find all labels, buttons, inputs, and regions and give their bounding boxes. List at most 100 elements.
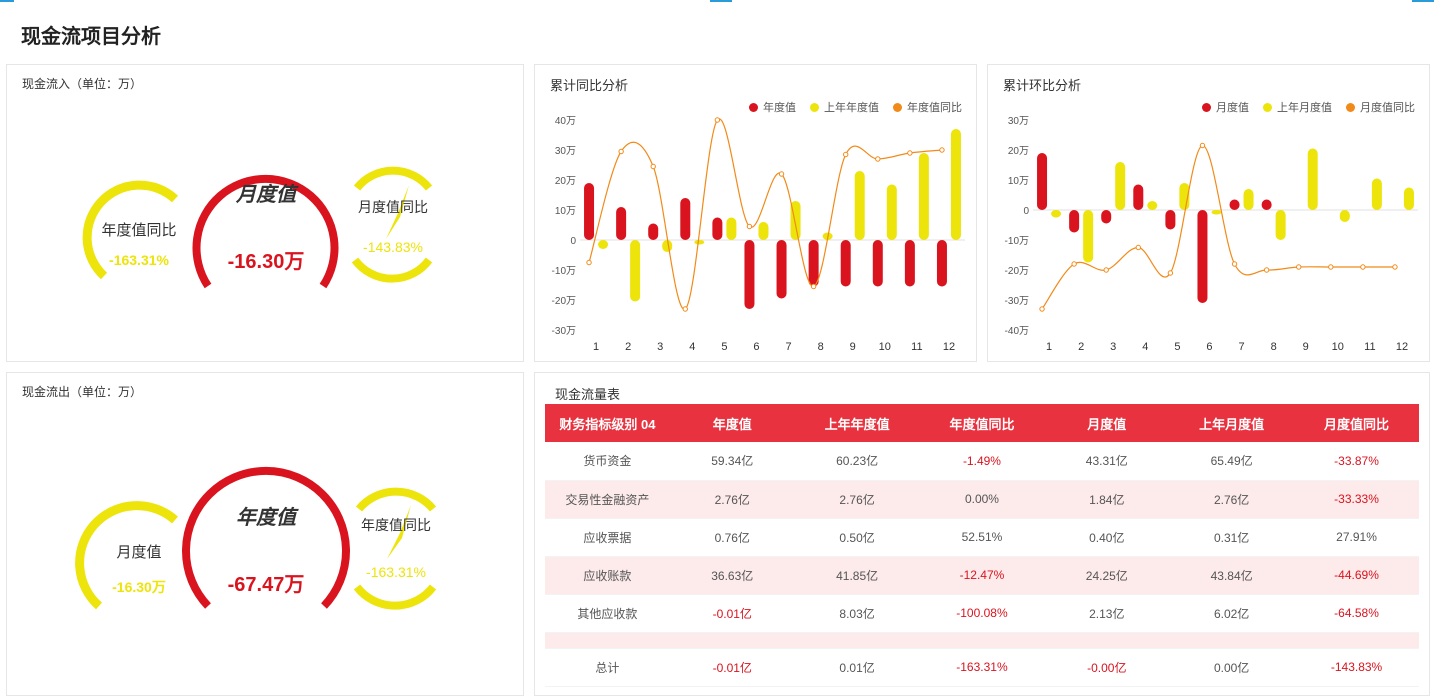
table-cell: 1.84亿 bbox=[1044, 480, 1170, 519]
cashflow-table-title: 现金流量表 bbox=[555, 387, 621, 402]
table-cell: 0.01亿 bbox=[794, 648, 920, 687]
x-tick-label: 9 bbox=[1303, 341, 1309, 353]
bar bbox=[1133, 184, 1144, 210]
table-cell: -33.87% bbox=[1294, 442, 1419, 481]
bar bbox=[1051, 210, 1062, 218]
bar bbox=[1069, 210, 1080, 233]
bar bbox=[694, 240, 705, 245]
x-tick-label: 5 bbox=[721, 341, 727, 353]
table-cell: 0.76亿 bbox=[669, 518, 795, 557]
bar bbox=[1371, 178, 1382, 210]
line-point bbox=[939, 147, 945, 153]
gauge-label: 月度值 bbox=[235, 183, 299, 206]
yoy-chart-plot: 40万30万20万10万0-10万-20万-30万1 2 3 4 5 6 7 8 9 10 11 12 bbox=[552, 116, 965, 353]
y-tick-label: -30万 bbox=[1005, 296, 1029, 307]
x-tick-label: 9 bbox=[850, 341, 856, 353]
bar bbox=[1307, 148, 1318, 210]
line-point bbox=[1167, 270, 1174, 276]
inflow-main-gauge: 月度值 -16.30万 bbox=[192, 174, 339, 289]
line-point bbox=[875, 156, 881, 162]
table-cell: -33.33% bbox=[1294, 480, 1419, 519]
x-tick-label: 7 bbox=[785, 341, 791, 353]
line-point bbox=[682, 306, 688, 312]
bar bbox=[744, 240, 755, 309]
table-row: 交易性金融资产 2.76亿 2.76亿 0.00% 1.84亿 2.76亿 -33.33% bbox=[545, 480, 1419, 519]
table-cell: 0.50亿 bbox=[794, 518, 920, 557]
table-cell: 24.25亿 bbox=[1044, 556, 1170, 595]
bar bbox=[630, 240, 641, 302]
gauge-arc-bottom bbox=[353, 584, 437, 610]
table-header-cell[interactable]: 上年月度值 bbox=[1169, 404, 1295, 442]
bar bbox=[712, 217, 723, 240]
table-cell: -12.47% bbox=[919, 556, 1045, 595]
x-tick-label: 4 bbox=[1142, 341, 1148, 353]
table-header-row: 财务指标级别 04 年度值 上年年度值 年度值同比 月度值 上年月度值 月度值同比 bbox=[545, 404, 1419, 442]
y-tick-label: -10万 bbox=[1005, 236, 1029, 247]
x-tick-label: 12 bbox=[943, 341, 955, 353]
bar bbox=[758, 222, 769, 240]
table-cell: -1.49% bbox=[919, 442, 1045, 481]
bar bbox=[1197, 210, 1208, 303]
table-header-cell[interactable]: 月度值同比 bbox=[1294, 404, 1419, 442]
table-row: 货币资金 59.34亿 60.23亿 -1.49% 43.31亿 65.49亿 -33.87… bbox=[545, 442, 1419, 481]
top-accent-mark-left bbox=[0, 0, 14, 2]
bar bbox=[584, 183, 595, 240]
inflow-panel: 现金流入（单位：万） 年度值同比 -163.31% 月度值 -16.30万 月度… bbox=[6, 64, 524, 362]
table-cell: 36.63亿 bbox=[669, 556, 795, 595]
table-cell: 应收账款 bbox=[545, 556, 670, 595]
line-point bbox=[746, 223, 753, 230]
y-tick-label: -40万 bbox=[1005, 326, 1029, 337]
table-cell: 2.76亿 bbox=[794, 480, 920, 519]
table-cell: 0.40亿 bbox=[1044, 518, 1170, 557]
line-point bbox=[810, 283, 817, 290]
outflow-panel: 现金流出（单位：万） 月度值 -16.30万 年度值 -67.47万 年度值同比… bbox=[6, 372, 524, 696]
table-row: 应收账款 36.63亿 41.85亿 -12.47% 24.25亿 43.84亿 -44.6… bbox=[545, 556, 1419, 595]
table-cell: 0.00% bbox=[919, 480, 1045, 519]
bar bbox=[598, 240, 609, 249]
table-cell: 货币资金 bbox=[545, 442, 670, 481]
y-tick-label: -20万 bbox=[1005, 266, 1029, 277]
bar bbox=[840, 240, 851, 287]
bar bbox=[886, 184, 897, 240]
bar bbox=[1261, 199, 1272, 210]
table-cell: 59.34亿 bbox=[669, 442, 795, 481]
table-header-cell[interactable]: 上年年度值 bbox=[794, 404, 920, 442]
line-point bbox=[1296, 264, 1302, 270]
x-tick-label: 2 bbox=[625, 341, 631, 353]
outflow-left-gauge: 月度值 -16.30万 bbox=[75, 501, 178, 610]
line-point bbox=[1392, 264, 1398, 270]
table-cell: 应收票据 bbox=[545, 518, 670, 557]
table-header-cell[interactable]: 年度值同比 bbox=[919, 404, 1045, 442]
gauge-label: 月度值同比 bbox=[358, 199, 428, 215]
line-point bbox=[1360, 264, 1366, 270]
y-tick-label: 0 bbox=[570, 236, 576, 247]
table-header-cell[interactable]: 年度值 bbox=[669, 404, 795, 442]
table-cell: 2.76亿 bbox=[1169, 480, 1295, 519]
line-point bbox=[1071, 261, 1077, 267]
table-cell: -0.00亿 bbox=[1044, 648, 1170, 687]
y-tick-label: 10万 bbox=[555, 206, 576, 217]
bar bbox=[1339, 210, 1350, 222]
table-cell: 27.91% bbox=[1294, 518, 1419, 557]
line-point bbox=[1328, 264, 1334, 270]
table-header-cell[interactable]: 月度值 bbox=[1044, 404, 1170, 442]
table-row: 其他应收款 -0.01亿 8.03亿 -100.08% 2.13亿 6.02亿 -64.58… bbox=[545, 594, 1419, 633]
page-title: 现金流项目分析 bbox=[21, 26, 161, 48]
gauge-value: -163.31% bbox=[366, 564, 426, 580]
table-cell: 总计 bbox=[545, 648, 670, 687]
table-cell: 8.03亿 bbox=[794, 594, 920, 633]
gauge-value: -163.31% bbox=[109, 252, 169, 268]
table-cell bbox=[794, 632, 920, 649]
gauge-value: -143.83% bbox=[363, 239, 423, 255]
table-row bbox=[545, 632, 1419, 649]
y-tick-label: 20万 bbox=[555, 176, 576, 187]
line-point bbox=[714, 117, 721, 123]
y-tick-label: 0 bbox=[1023, 206, 1029, 217]
inflow-right-gauge: 月度值同比 -143.83% bbox=[351, 166, 433, 283]
table-cell: 其他应收款 bbox=[545, 594, 670, 633]
line-point bbox=[1263, 267, 1270, 273]
table-header-cell[interactable]: 财务指标级别 04 bbox=[545, 404, 670, 442]
table-cell bbox=[669, 632, 795, 649]
line-point bbox=[907, 150, 913, 156]
outflow-gauge: 月度值 -16.30万 年度值 -67.47万 年度值同比 -163.31% bbox=[75, 466, 437, 610]
